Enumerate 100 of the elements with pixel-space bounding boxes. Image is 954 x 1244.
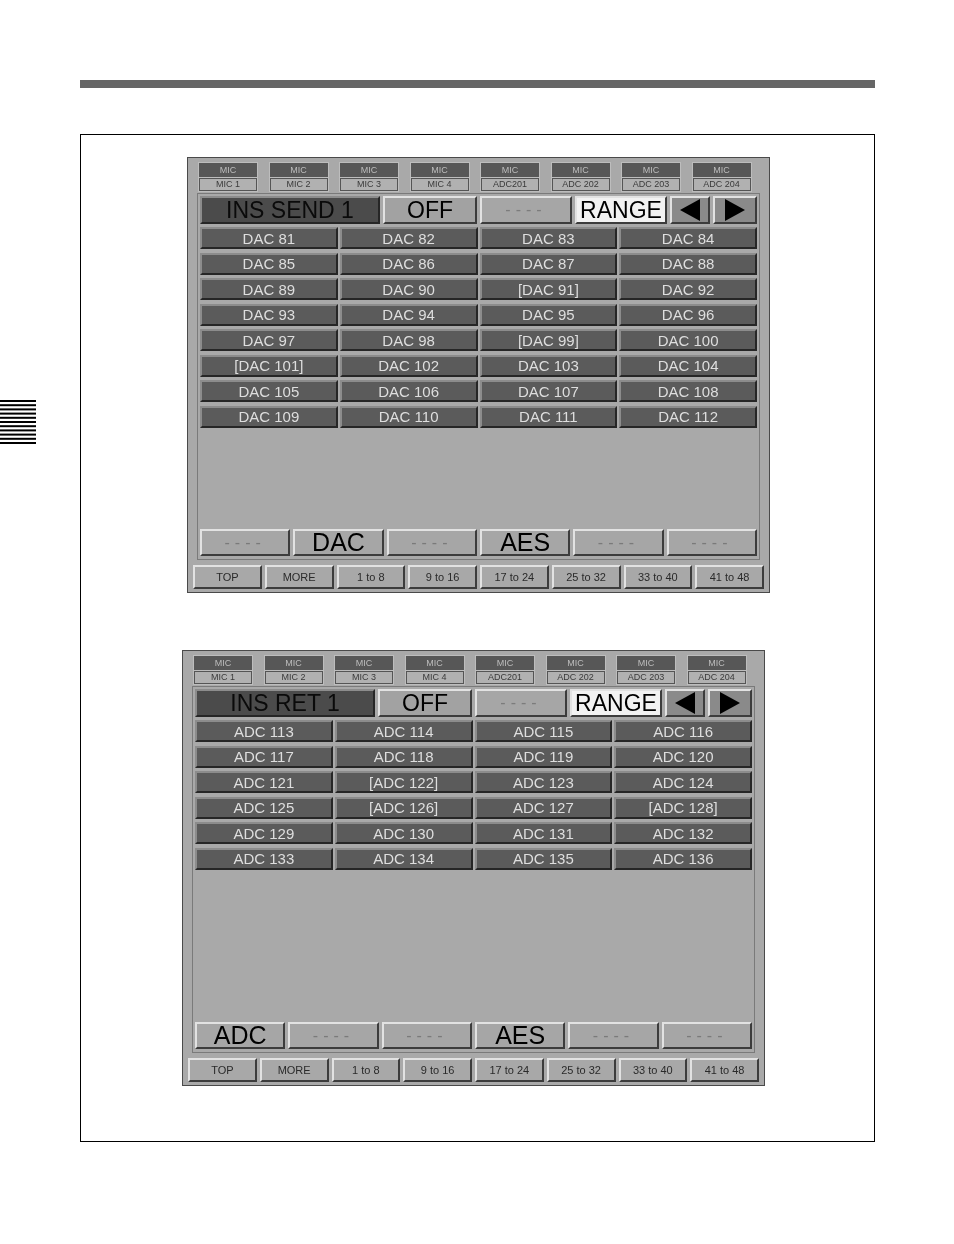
page-button[interactable]: TOP <box>193 565 262 589</box>
source-button[interactable]: AES <box>480 529 571 556</box>
channel-button[interactable]: ADC 118 <box>334 745 473 768</box>
channel-button[interactable]: DAC 90 <box>339 278 478 300</box>
channel-button[interactable]: [DAC 99] <box>479 329 618 351</box>
channel-button[interactable]: ADC 127 <box>474 796 613 819</box>
channel-button[interactable]: DAC 88 <box>619 252 757 275</box>
channel-button[interactable]: DAC 93 <box>200 303 338 326</box>
source-button[interactable]: AES <box>475 1022 566 1049</box>
channel-button[interactable]: DAC 81 <box>200 227 338 249</box>
page-button[interactable]: MORE <box>259 1058 329 1082</box>
channel-button[interactable]: ADC 136 <box>614 847 752 870</box>
next-button[interactable] <box>708 689 752 717</box>
page-button[interactable]: 41 to 48 <box>695 565 764 589</box>
channel-button[interactable]: ADC 115 <box>474 720 613 742</box>
channel-button[interactable]: ADC 135 <box>474 847 613 870</box>
channel-button[interactable]: [DAC 101] <box>200 354 338 377</box>
channel-button[interactable]: DAC 85 <box>200 252 338 275</box>
channel-button[interactable]: DAC 86 <box>339 252 478 275</box>
channel-button[interactable]: [DAC 91] <box>479 278 618 300</box>
channel-button[interactable]: DAC 105 <box>200 380 338 402</box>
page-button[interactable]: 9 to 16 <box>403 1058 472 1082</box>
mode-button[interactable]: OFF <box>378 689 472 717</box>
channel-tab[interactable]: MIC ADC 203 <box>621 162 681 192</box>
range-button[interactable]: RANGE <box>570 689 662 717</box>
source-button[interactable]: ADC <box>195 1022 286 1049</box>
channel-tab[interactable]: MIC MIC 3 <box>334 655 394 685</box>
channel-tab[interactable]: MIC MIC 2 <box>268 162 329 192</box>
channel-button[interactable]: DAC 108 <box>619 380 757 402</box>
channel-button[interactable]: DAC 111 <box>479 405 618 428</box>
page-button[interactable]: 33 to 40 <box>618 1058 688 1082</box>
channel-button[interactable]: DAC 102 <box>339 354 478 377</box>
next-button[interactable] <box>713 196 757 224</box>
channel-button[interactable]: DAC 82 <box>339 227 478 249</box>
page-button[interactable]: 17 to 24 <box>480 565 549 589</box>
channel-button[interactable]: DAC 92 <box>619 278 757 300</box>
channel-button[interactable]: DAC 94 <box>339 303 478 326</box>
channel-button[interactable]: DAC 96 <box>619 303 757 326</box>
channel-button[interactable]: DAC 97 <box>200 329 338 351</box>
channel-button[interactable]: DAC 89 <box>200 278 338 300</box>
prev-button[interactable] <box>670 196 710 224</box>
channel-button[interactable]: DAC 107 <box>479 380 618 402</box>
channel-button[interactable]: ADC 116 <box>614 720 752 742</box>
channel-tab[interactable]: MIC MIC 4 <box>404 655 465 685</box>
page-button[interactable]: TOP <box>188 1058 257 1082</box>
range-button[interactable]: RANGE <box>575 196 667 224</box>
channel-button[interactable]: DAC 98 <box>339 329 478 351</box>
channel-button[interactable]: ADC 125 <box>195 796 333 819</box>
channel-button[interactable]: DAC 110 <box>339 405 478 428</box>
channel-button[interactable]: DAC 112 <box>619 405 757 428</box>
channel-button[interactable]: ADC 133 <box>195 847 333 870</box>
channel-tab[interactable]: MIC ADC201 <box>475 655 535 685</box>
channel-button[interactable]: DAC 106 <box>339 380 478 402</box>
channel-button[interactable]: ADC 134 <box>334 847 473 870</box>
channel-button[interactable]: DAC 103 <box>479 354 618 377</box>
page-button[interactable]: 25 to 32 <box>546 1058 616 1082</box>
prev-button[interactable] <box>665 689 705 717</box>
channel-tab[interactable]: MIC MIC 1 <box>198 162 258 192</box>
channel-button[interactable]: DAC 104 <box>619 354 757 377</box>
page-button[interactable]: 9 to 16 <box>408 565 477 589</box>
channel-tab[interactable]: MIC ADC 202 <box>550 162 611 192</box>
channel-tab[interactable]: MIC ADC 203 <box>616 655 676 685</box>
channel-button[interactable]: ADC 120 <box>614 745 752 768</box>
channel-button[interactable]: ADC 129 <box>195 822 333 844</box>
channel-tab[interactable]: MIC ADC 204 <box>691 162 752 192</box>
page-button[interactable]: 41 to 48 <box>690 1058 759 1082</box>
channel-button[interactable]: DAC 109 <box>200 405 338 428</box>
channel-tab[interactable]: MIC ADC 204 <box>686 655 747 685</box>
channel-button[interactable]: ADC 124 <box>614 771 752 793</box>
page-button[interactable]: 1 to 8 <box>336 565 406 589</box>
page-button[interactable]: 1 to 8 <box>331 1058 401 1082</box>
channel-tab[interactable]: MIC ADC 202 <box>545 655 606 685</box>
channel-button[interactable]: ADC 119 <box>474 745 613 768</box>
channel-button[interactable]: ADC 131 <box>474 822 613 844</box>
source-button[interactable]: DAC <box>293 529 384 556</box>
channel-button[interactable]: [ADC 122] <box>334 771 473 793</box>
channel-tab[interactable]: MIC MIC 3 <box>339 162 399 192</box>
page-button[interactable]: 17 to 24 <box>475 1058 544 1082</box>
channel-button[interactable]: ADC 123 <box>474 771 613 793</box>
page-button[interactable]: 25 to 32 <box>551 565 621 589</box>
channel-tab[interactable]: MIC MIC 4 <box>409 162 470 192</box>
page-button[interactable]: MORE <box>264 565 334 589</box>
channel-button[interactable]: ADC 130 <box>334 822 473 844</box>
channel-button[interactable]: ADC 132 <box>614 822 752 844</box>
channel-button[interactable]: ADC 117 <box>195 745 333 768</box>
channel-button[interactable]: DAC 87 <box>479 252 618 275</box>
channel-tab[interactable]: MIC MIC 2 <box>263 655 324 685</box>
channel-button[interactable]: DAC 95 <box>479 303 618 326</box>
channel-button[interactable]: ADC 113 <box>195 720 333 742</box>
page-button[interactable]: 33 to 40 <box>623 565 693 589</box>
channel-button[interactable]: ADC 121 <box>195 771 333 793</box>
channel-tab[interactable]: MIC ADC201 <box>480 162 540 192</box>
channel-tab[interactable]: MIC MIC 1 <box>193 655 253 685</box>
channel-button[interactable]: ADC 114 <box>334 720 473 742</box>
channel-button[interactable]: DAC 84 <box>619 227 757 249</box>
channel-button[interactable]: [ADC 128] <box>614 796 752 819</box>
channel-button[interactable]: DAC 100 <box>619 329 757 351</box>
mode-button[interactable]: OFF <box>383 196 477 224</box>
channel-button[interactable]: [ADC 126] <box>334 796 473 819</box>
channel-button[interactable]: DAC 83 <box>479 227 618 249</box>
